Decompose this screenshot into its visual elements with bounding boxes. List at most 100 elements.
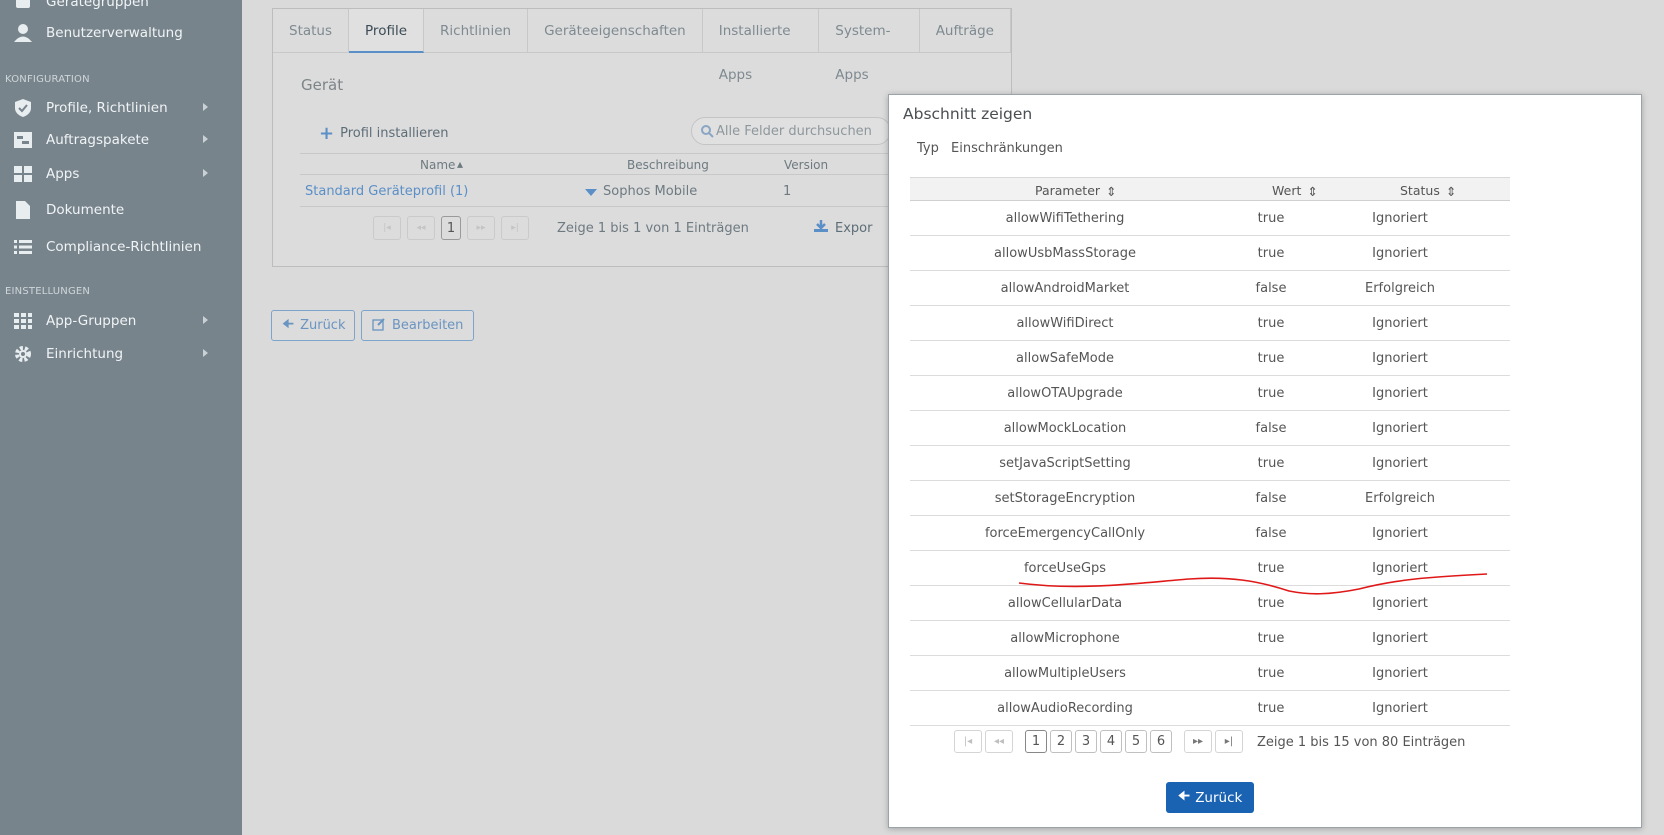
sidebar-item-app-gruppen[interactable]: App-Gruppen [0, 305, 242, 337]
first-page-icon[interactable]: |◂ [954, 730, 982, 753]
next-page-icon[interactable]: ▸▸ [467, 216, 495, 240]
pagination-info: Zeige 1 bis 15 von 80 Einträgen [1257, 735, 1466, 750]
column-status[interactable]: Status ⇕ [1400, 183, 1456, 199]
chevron-right-icon [203, 169, 208, 177]
sidebar-item-compliance[interactable]: Compliance-Richtlinien [0, 231, 242, 263]
app-groups-icon [12, 311, 34, 331]
tab-richtlinien[interactable]: Richtlinien [424, 9, 529, 53]
column-parameter[interactable]: Parameter ⇕ [1035, 183, 1117, 199]
sort-icon: ⇕ [1445, 184, 1457, 199]
sidebar-item-dokumente[interactable]: Dokumente [0, 194, 242, 226]
table-row: allowMultipleUsers true Ignoriert [910, 656, 1510, 691]
sidebar-item-profile[interactable]: Profile, Richtlinien [0, 92, 242, 124]
cell-wert: true [1257, 246, 1285, 261]
panel-title: Gerät [301, 76, 344, 94]
cell-wert: true [1257, 631, 1285, 646]
list-icon [12, 237, 34, 257]
prev-page-icon[interactable]: ◂◂ [985, 730, 1013, 753]
caret-down-icon[interactable] [585, 189, 597, 196]
tab-status[interactable]: Status [273, 9, 350, 53]
sidebar-item-apps[interactable]: Apps [0, 158, 242, 190]
column-wert-label: Wert [1272, 183, 1302, 198]
sidebar-item-geraetegruppen[interactable]: Gerätegruppen [0, 0, 242, 18]
export-button[interactable]: Expor [813, 219, 872, 237]
page-button-2[interactable]: 2 [1050, 730, 1072, 753]
page-button-3[interactable]: 3 [1075, 730, 1097, 753]
profile-name-link[interactable]: Standard Geräteprofil (1) [305, 184, 468, 199]
tab-geraeteeigenschaften[interactable]: Geräteeigenschaften [528, 9, 703, 53]
dialog-back-button[interactable]: 🠈 Zurück [1166, 782, 1254, 813]
table-row[interactable]: Standard Geräteprofil (1) Sophos Mobile … [300, 177, 890, 207]
cell-status: Ignoriert [1372, 456, 1428, 471]
apps-grid-icon [12, 164, 34, 184]
type-value: Einschränkungen [951, 141, 1063, 156]
install-profile-label: Profil installieren [340, 126, 449, 141]
cell-parameter: allowCellularData [1007, 596, 1123, 611]
last-page-icon[interactable]: ▸| [501, 216, 529, 240]
chevron-right-icon [203, 349, 208, 357]
cell-wert: true [1257, 701, 1285, 716]
sidebar-item-label: Compliance-Richtlinien [46, 239, 202, 255]
back-button[interactable]: 🠈 Zurück [271, 310, 355, 341]
gear-icon [12, 344, 34, 364]
profiles-table-header: Name ▴ Beschreibung Version [300, 153, 890, 175]
table-row: allowSafeMode true Ignoriert [910, 341, 1510, 376]
page-button-1[interactable]: 1 [1025, 730, 1047, 753]
cell-parameter: allowUsbMassStorage [994, 246, 1136, 261]
column-status-label: Status [1400, 183, 1440, 198]
table-row: allowUsbMassStorage true Ignoriert [910, 236, 1510, 271]
cell-status: Ignoriert [1372, 351, 1428, 366]
search-input[interactable]: Alle Felder durchsuchen [691, 117, 891, 145]
sidebar-item-auftragspakete[interactable]: Auftragspakete [0, 124, 242, 156]
prev-page-icon[interactable]: ◂◂ [407, 216, 435, 240]
sidebar-item-label: Einrichtung [46, 346, 124, 362]
cell-status: Ignoriert [1372, 701, 1428, 716]
sidebar-item-benutzerverwaltung[interactable]: Benutzerverwaltung [0, 17, 242, 49]
column-version[interactable]: Version [784, 158, 828, 172]
cell-parameter: allowWifiDirect [1016, 316, 1114, 331]
edit-button[interactable]: Bearbeiten [361, 310, 474, 341]
last-page-icon[interactable]: ▸| [1215, 730, 1243, 753]
cell-parameter: allowAndroidMarket [1000, 281, 1130, 296]
install-profile-button[interactable]: + Profil installieren [319, 123, 448, 144]
arrow-left-icon: 🠈 [1177, 788, 1191, 804]
tab-bar: Status Profile Richtlinien Geräteeigensc… [273, 9, 1011, 83]
table-row: allowMockLocation false Ignoriert [910, 411, 1510, 446]
table-row: allowAudioRecording true Ignoriert [910, 691, 1510, 726]
export-label: Expor [835, 220, 873, 236]
sidebar-item-label: Benutzerverwaltung [46, 25, 183, 41]
edit-label: Bearbeiten [392, 318, 464, 333]
next-page-icon[interactable]: ▸▸ [1184, 730, 1212, 753]
sidebar-item-label: App-Gruppen [46, 313, 137, 329]
page-button[interactable]: 1 [441, 216, 461, 240]
cell-wert: true [1257, 561, 1285, 576]
cell-wert: true [1257, 596, 1285, 611]
cell-status: Ignoriert [1372, 631, 1428, 646]
cell-status: Erfolgreich [1364, 281, 1436, 296]
cell-wert: true [1257, 211, 1285, 226]
table-row: allowWifiTethering true Ignoriert [910, 201, 1510, 236]
tab-auftraege[interactable]: Aufträge [920, 9, 1011, 53]
tab-profile[interactable]: Profile [349, 9, 425, 53]
cell-parameter: allowWifiTethering [1005, 211, 1125, 226]
table-row: setStorageEncryption false Erfolgreich [910, 481, 1510, 516]
sidebar-item-einrichtung[interactable]: Einrichtung [0, 338, 242, 370]
column-wert[interactable]: Wert ⇕ [1272, 183, 1318, 199]
first-page-icon[interactable]: |◂ [373, 216, 401, 240]
page-button-5[interactable]: 5 [1125, 730, 1147, 753]
tab-system-apps[interactable]: System-Apps [819, 9, 920, 83]
page-button-6[interactable]: 6 [1150, 730, 1172, 753]
column-name[interactable]: Name [420, 158, 455, 172]
cell-wert: false [1255, 526, 1287, 541]
download-icon [813, 219, 829, 237]
sidebar: Gerätegruppen Benutzerverwaltung KONFIGU… [0, 0, 242, 835]
cell-wert: true [1257, 386, 1285, 401]
tab-installierte-apps[interactable]: Installierte Apps [703, 9, 820, 83]
table-body: allowWifiTethering true Ignoriert allowUsbM… [910, 201, 1510, 726]
cell-wert: false [1255, 281, 1287, 296]
section-heading-konfiguration: KONFIGURATION [5, 74, 90, 85]
sort-asc-icon: ▴ [457, 157, 464, 171]
page-button-4[interactable]: 4 [1100, 730, 1122, 753]
column-beschreibung[interactable]: Beschreibung [627, 158, 709, 172]
table-row: forceUseGps true Ignoriert [910, 551, 1510, 586]
